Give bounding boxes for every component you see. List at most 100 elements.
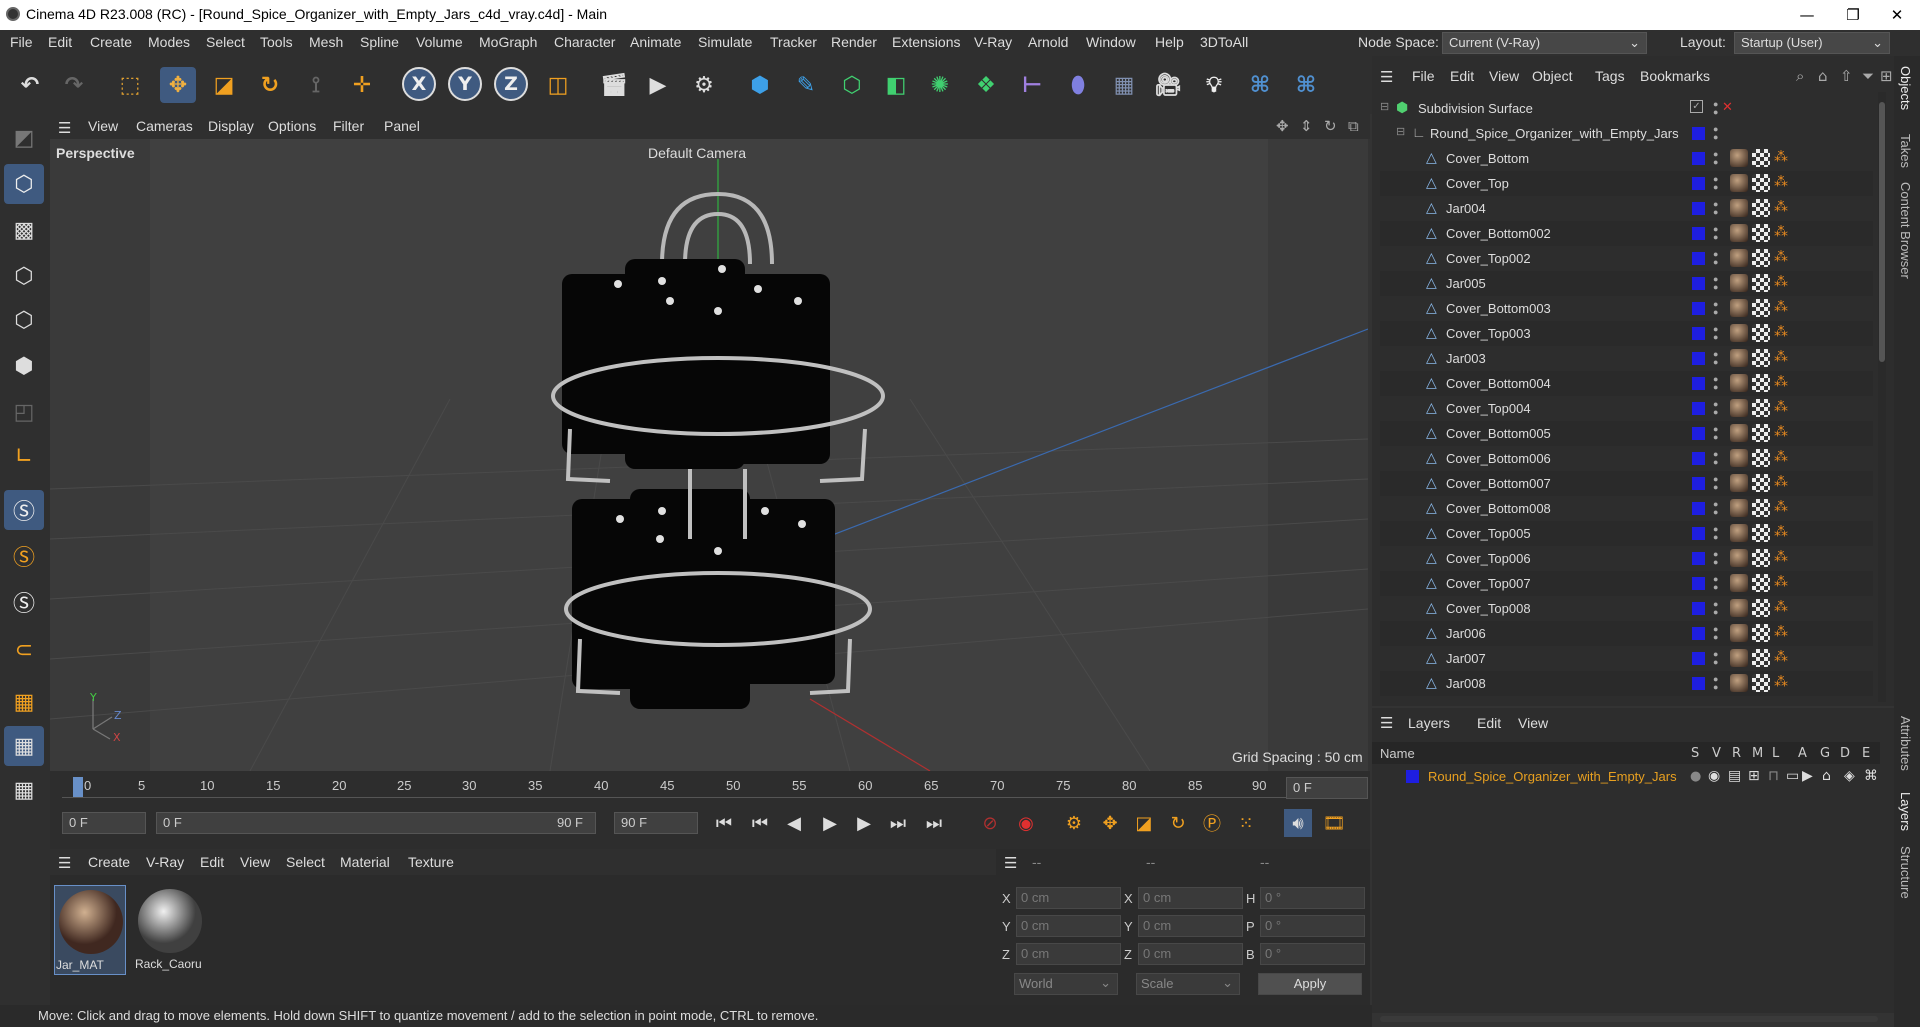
coordinate-system-button[interactable]: ◫: [540, 67, 576, 103]
redo-button[interactable]: ↷: [56, 67, 92, 103]
viewport-menu-view[interactable]: View: [88, 118, 118, 134]
material-tag-jar-icon[interactable]: [1730, 199, 1748, 217]
object-menu-object[interactable]: Object: [1532, 68, 1572, 84]
play-button[interactable]: ▶: [816, 809, 844, 837]
new-window-icon[interactable]: ⊞: [1880, 67, 1893, 85]
collapse-icon[interactable]: ⊟: [1380, 100, 1389, 113]
material-tag-checker-icon[interactable]: [1752, 249, 1770, 267]
visibility-dots-icon[interactable]: ● ●: [1713, 475, 1719, 492]
menu-animate[interactable]: Animate: [630, 34, 681, 50]
next-frame-button[interactable]: ▶: [850, 809, 878, 837]
material-menu-create[interactable]: Create: [88, 854, 130, 870]
viewport-pan-icon[interactable]: ✥: [1276, 117, 1289, 135]
snap-settings-button[interactable]: Ⓢ: [4, 536, 44, 576]
object-menu-view[interactable]: View: [1489, 68, 1519, 84]
material-item[interactable]: Jar_MAT: [54, 885, 126, 975]
viewport-menu-panel[interactable]: Panel: [384, 118, 420, 134]
tab-content-browser[interactable]: Content Browser: [1898, 182, 1913, 279]
object-row[interactable]: △ Cover_Bottom006 ● ● ⁂: [1380, 446, 1873, 471]
visibility-dots-icon[interactable]: ● ●: [1713, 675, 1719, 692]
object-row[interactable]: △ Jar003 ● ● ⁂: [1380, 346, 1873, 371]
column-generators[interactable]: G: [1820, 746, 1830, 761]
scrollbar-thumb[interactable]: [1879, 102, 1885, 362]
cube-button[interactable]: ⬢: [742, 67, 778, 103]
hamburger-icon[interactable]: ☰: [1380, 68, 1393, 86]
tab-attributes[interactable]: Attributes: [1898, 716, 1913, 771]
layer-row[interactable]: Round_Spice_Organizer_with_Empty_Jars ● …: [1372, 766, 1880, 788]
material-tag-checker-icon[interactable]: [1752, 149, 1770, 167]
key-scale-button[interactable]: ◪: [1130, 809, 1158, 837]
floor-button[interactable]: ▦: [1106, 67, 1142, 103]
menu-simulate[interactable]: Simulate: [698, 34, 752, 50]
vray-tag-icon[interactable]: ⁂: [1774, 548, 1788, 565]
viewport-menu-cameras[interactable]: Cameras: [136, 118, 193, 134]
previous-key-button[interactable]: ⏮: [746, 809, 774, 837]
object-menu-file[interactable]: File: [1412, 68, 1435, 84]
material-tag-checker-icon[interactable]: [1752, 599, 1770, 617]
menu-mesh[interactable]: Mesh: [309, 34, 343, 50]
render-settings-button[interactable]: ⚙: [686, 67, 722, 103]
render-clapper-icon[interactable]: ▤: [1728, 768, 1741, 784]
menu-render[interactable]: Render: [831, 34, 877, 50]
material-menu-vray[interactable]: V-Ray: [146, 854, 184, 870]
vray-tag-icon[interactable]: ⁂: [1774, 573, 1788, 590]
material-tag-checker-icon[interactable]: [1752, 349, 1770, 367]
vray-tag-icon[interactable]: ⁂: [1774, 173, 1788, 190]
layers-menu-layers[interactable]: Layers: [1408, 715, 1450, 731]
vray-tag-icon[interactable]: ⁂: [1774, 423, 1788, 440]
up-icon[interactable]: ⇧: [1840, 67, 1853, 85]
material-tag-checker-icon[interactable]: [1752, 374, 1770, 392]
menu-character[interactable]: Character: [554, 34, 615, 50]
layer-color-swatch[interactable]: [1406, 770, 1419, 783]
material-tag-checker-icon[interactable]: [1752, 174, 1770, 192]
vray-tag-icon[interactable]: ⁂: [1774, 373, 1788, 390]
material-tag-checker-icon[interactable]: [1752, 499, 1770, 517]
viewport-rotate-icon[interactable]: ↻: [1324, 117, 1337, 135]
object-row[interactable]: △ Cover_Top005 ● ● ⁂: [1380, 521, 1873, 546]
current-frame-field[interactable]: 0 F: [1286, 777, 1368, 799]
visibility-dots-icon[interactable]: ● ●: [1713, 625, 1719, 642]
visibility-dots-icon[interactable]: ● ●: [1713, 600, 1719, 617]
material-tag-jar-icon[interactable]: [1730, 174, 1748, 192]
material-tag-checker-icon[interactable]: [1752, 399, 1770, 417]
material-tag-checker-icon[interactable]: [1752, 549, 1770, 567]
visibility-dots-icon[interactable]: ● ●: [1713, 375, 1719, 392]
material-menu-material[interactable]: Material: [340, 854, 390, 870]
column-expressions[interactable]: E: [1862, 746, 1870, 761]
visibility-dots-icon[interactable]: ● ●: [1713, 275, 1719, 292]
pen-button[interactable]: ✎: [788, 67, 824, 103]
autokey-button[interactable]: ◉: [1012, 809, 1040, 837]
material-tag-jar-icon[interactable]: [1730, 324, 1748, 342]
node-space-dropdown[interactable]: Current (V-Ray) ⌄: [1442, 32, 1647, 54]
close-button[interactable]: ✕: [1874, 0, 1920, 30]
object-row[interactable]: △ Cover_Bottom ● ● ⁂: [1380, 146, 1873, 171]
rotate-tool-button[interactable]: ↻: [252, 67, 288, 103]
tab-objects[interactable]: Objects: [1898, 66, 1913, 110]
visibility-dots-icon[interactable]: ● ●: [1713, 325, 1719, 342]
object-row[interactable]: △ Cover_Bottom004 ● ● ⁂: [1380, 371, 1873, 396]
menu-modes[interactable]: Modes: [148, 34, 190, 50]
maximize-button[interactable]: ❐: [1830, 0, 1876, 30]
visibility-dots-icon[interactable]: ● ●: [1713, 500, 1719, 517]
menu-edit[interactable]: Edit: [48, 34, 72, 50]
home-icon[interactable]: ⌂: [1818, 67, 1828, 85]
menu-arnold[interactable]: Arnold: [1028, 34, 1068, 50]
material-tag-jar-icon[interactable]: [1730, 249, 1748, 267]
object-row[interactable]: △ Cover_Bottom007 ● ● ⁂: [1380, 471, 1873, 496]
material-menu-select[interactable]: Select: [286, 854, 325, 870]
size-x-field[interactable]: 0 cm: [1138, 887, 1243, 909]
vray-tag-icon[interactable]: ⁂: [1774, 523, 1788, 540]
rotation-p-field[interactable]: 0 °: [1260, 915, 1365, 937]
column-solo[interactable]: S: [1691, 746, 1699, 761]
vray-tag-icon[interactable]: ⁂: [1774, 273, 1788, 290]
material-tag-jar-icon[interactable]: [1730, 424, 1748, 442]
vray-tag-icon[interactable]: ⁂: [1774, 148, 1788, 165]
material-tag-jar-icon[interactable]: [1730, 449, 1748, 467]
material-tag-checker-icon[interactable]: [1752, 649, 1770, 667]
menu-spline[interactable]: Spline: [360, 34, 399, 50]
material-tag-jar-icon[interactable]: [1730, 599, 1748, 617]
visibility-dots-icon[interactable]: ● ●: [1713, 575, 1719, 592]
vray-tag-icon[interactable]: ⁂: [1774, 673, 1788, 690]
transform-mode-dropdown[interactable]: Scale ⌄: [1136, 973, 1240, 995]
layers-menu-view[interactable]: View: [1518, 715, 1548, 731]
